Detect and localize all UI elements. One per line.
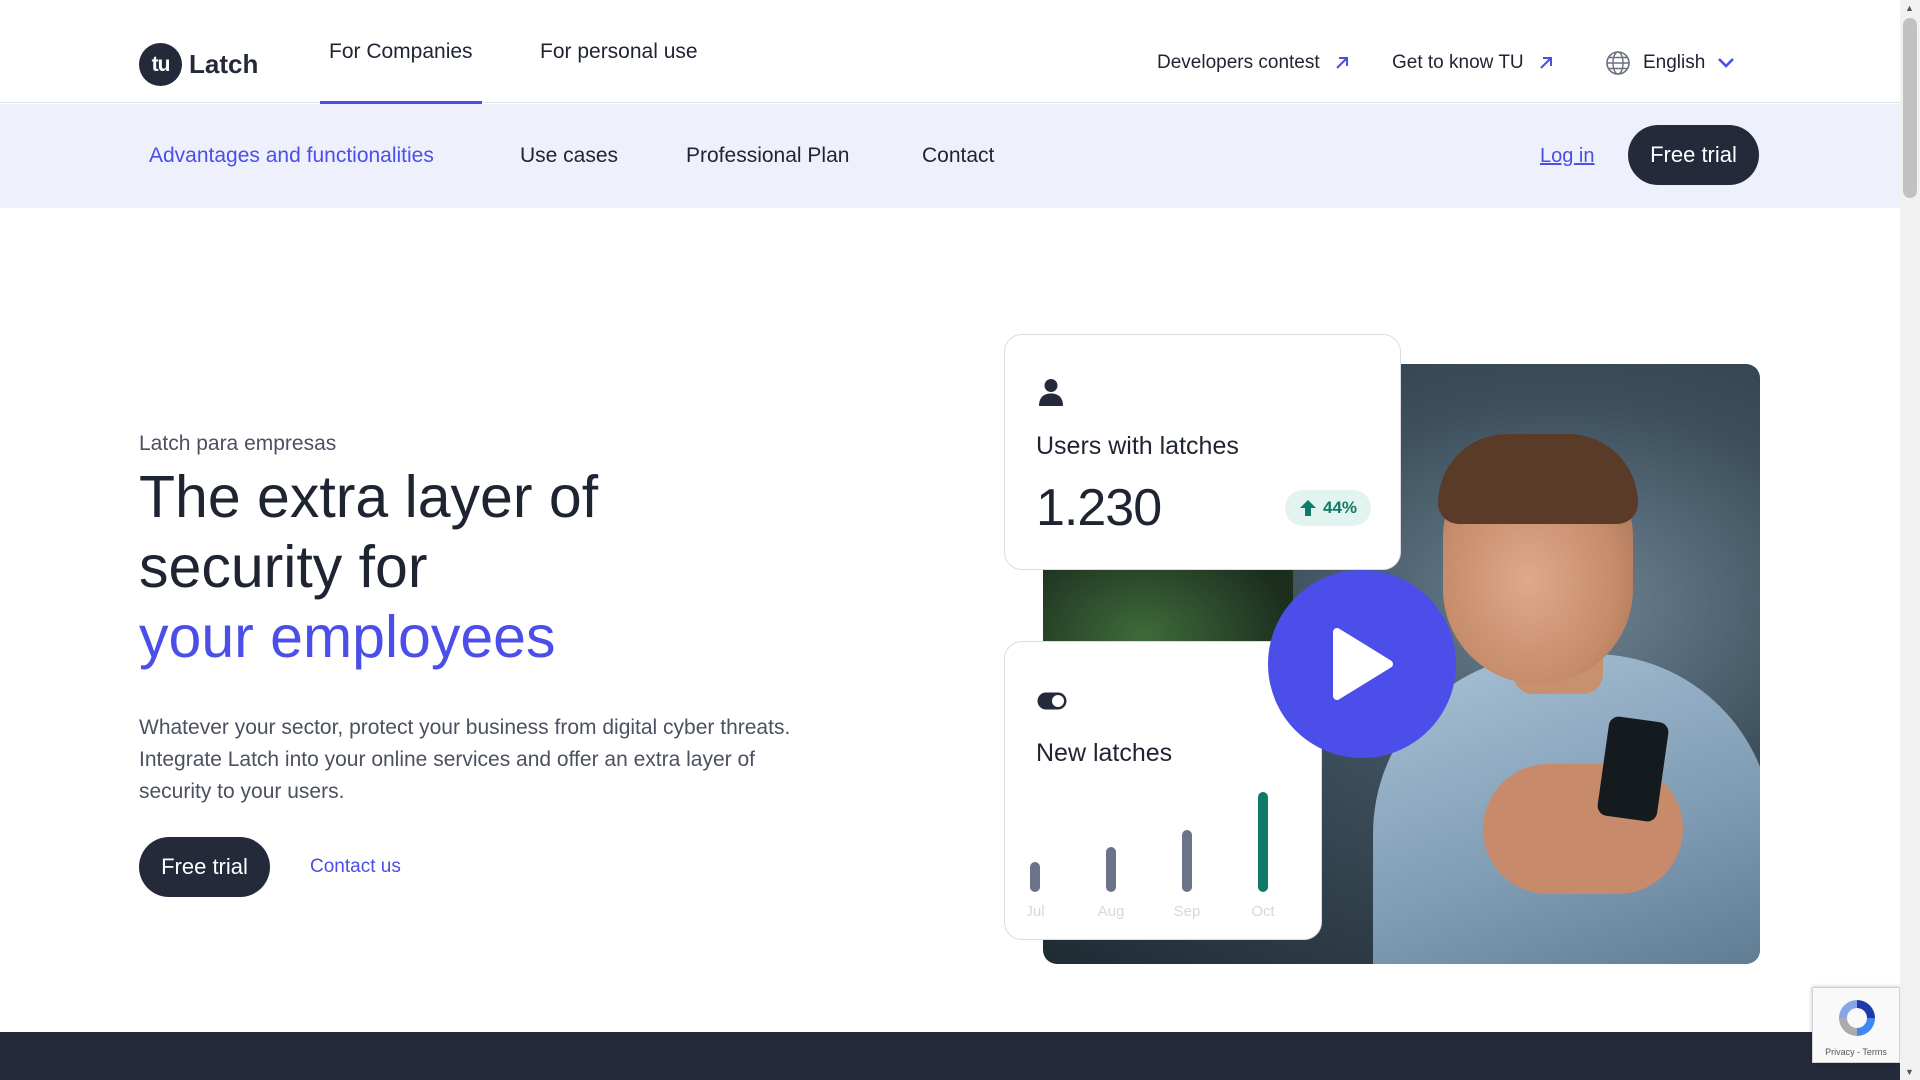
latches-card-title: New latches <box>1036 739 1173 767</box>
subnav-advantages[interactable]: Advantages and functionalities <box>149 104 434 208</box>
chart-bar-jul <box>1030 862 1040 892</box>
chevron-down-icon <box>1718 58 1735 68</box>
brand-name: Latch <box>189 49 259 79</box>
change-badge: 44% <box>1285 490 1372 526</box>
hero-eyebrow: Latch para empresas <box>139 432 337 455</box>
users-card-title: Users with latches <box>1036 432 1239 460</box>
globe-icon <box>1606 51 1630 75</box>
users-with-latches-card: Users with latches 1.230 44% <box>1004 334 1401 570</box>
play-icon <box>1333 628 1393 700</box>
scroll-down-icon[interactable]: ▼ <box>1905 1067 1914 1077</box>
developers-contest-label: Developers contest <box>1157 52 1320 73</box>
recaptcha-icon <box>1839 1000 1875 1036</box>
scrollbar-thumb[interactable] <box>1903 18 1917 198</box>
language-selector[interactable]: English <box>1605 50 1735 76</box>
toggle-icon <box>1037 692 1067 710</box>
user-icon <box>1039 379 1063 406</box>
hero-title-accent: your employees <box>139 604 556 670</box>
recaptcha-links[interactable]: Privacy - Terms <box>1813 1047 1899 1057</box>
vertical-scrollbar[interactable]: ▲ ▼ <box>1900 0 1920 1080</box>
scroll-up-icon[interactable]: ▲ <box>1905 3 1914 13</box>
subnav-use-cases[interactable]: Use cases <box>520 104 618 208</box>
tu-logo-mark: tu <box>139 43 182 86</box>
change-value: 44% <box>1323 498 1358 517</box>
top-navigation: tu Latch For Companies For personal use … <box>0 0 1900 104</box>
get-to-know-tu-link[interactable]: Get to know TU <box>1392 52 1556 74</box>
subnav-contact[interactable]: Contact <box>922 104 994 208</box>
hero-description: Whatever your sector, protect your busin… <box>139 716 791 803</box>
chart-label-oct: Oct <box>1251 903 1275 920</box>
play-video-button[interactable] <box>1268 570 1456 758</box>
chart-label-aug: Aug <box>1098 903 1125 920</box>
language-label: English <box>1643 52 1706 73</box>
get-to-know-tu-label: Get to know TU <box>1392 52 1524 73</box>
recaptcha-badge[interactable]: Privacy - Terms <box>1812 987 1900 1063</box>
tab-for-personal-use[interactable]: For personal use <box>540 0 698 103</box>
new-latches-bar-chart: Jul Aug Sep Oct <box>1027 792 1275 920</box>
next-section-band <box>0 1032 1900 1080</box>
secondary-navigation: Advantages and functionalities Use cases… <box>0 104 1900 208</box>
chart-bar-oct <box>1258 792 1268 892</box>
latch-logo[interactable]: tu Latch <box>139 43 258 86</box>
hero-title-line1: The extra layer of <box>139 464 599 530</box>
login-link[interactable]: Log in <box>1540 104 1595 208</box>
contact-us-link[interactable]: Contact us <box>310 856 401 878</box>
arrow-up-right-icon <box>1335 57 1348 69</box>
free-trial-hero-button[interactable]: Free trial <box>139 837 270 897</box>
hero-title: The extra layer of security for your emp… <box>139 462 839 672</box>
arrow-up-right-icon <box>1539 57 1552 69</box>
chart-label-sep: Sep <box>1174 903 1201 920</box>
free-trial-nav-button[interactable]: Free trial <box>1628 125 1759 185</box>
chart-bar-aug <box>1106 847 1116 892</box>
users-count: 1.230 <box>1036 479 1162 537</box>
arrow-up-icon <box>1300 500 1316 516</box>
subnav-professional-plan[interactable]: Professional Plan <box>686 104 849 208</box>
tab-for-companies[interactable]: For Companies <box>320 0 482 104</box>
chart-label-jul: Jul <box>1027 903 1045 920</box>
hero-title-line2: security for <box>139 534 428 600</box>
developers-contest-link[interactable]: Developers contest <box>1157 52 1352 74</box>
chart-bar-sep <box>1182 830 1192 892</box>
